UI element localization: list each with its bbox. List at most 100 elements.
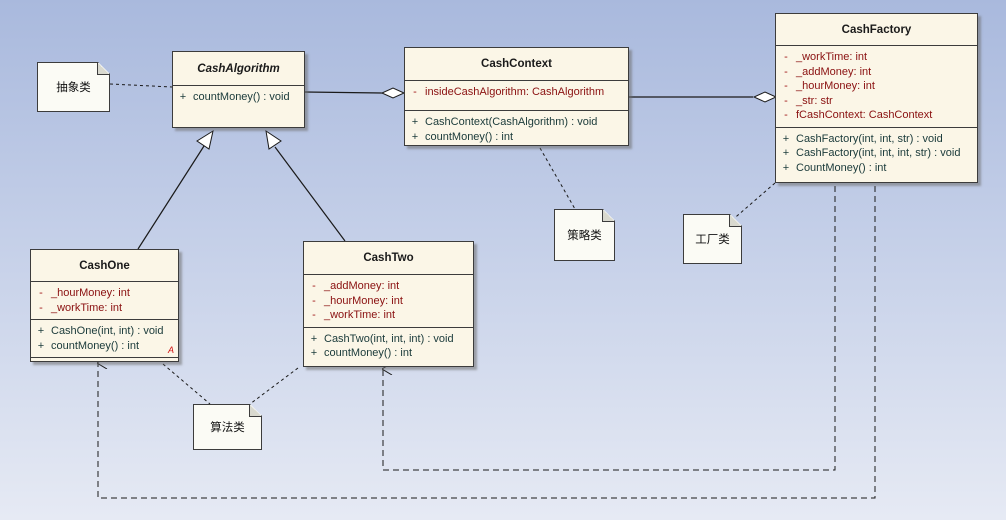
operation-row: + countMoney() : int <box>304 346 473 361</box>
class-name: CashFactory <box>776 14 977 46</box>
error-marker: A <box>167 345 174 355</box>
attribute-text: _workTime: int <box>51 301 123 314</box>
attribute-text: _workTime: int <box>796 51 868 63</box>
generalization-cashone-line <box>137 145 205 250</box>
visibility-symbol: - <box>784 80 788 92</box>
operation-row: + countMoney() : int <box>405 130 628 145</box>
attribute-text: insideCashAlgorithm: CashAlgorithm <box>425 86 605 98</box>
note-text: 策略类 <box>567 230 602 242</box>
visibility-symbol: + <box>37 339 45 352</box>
operation-text: CashFactory(int, int, int, str) : void <box>796 147 961 159</box>
visibility-symbol: - <box>312 280 316 292</box>
attribute-text: _hourMoney: int <box>324 294 403 307</box>
operation-text: CashTwo(int, int, int) : void <box>324 332 454 345</box>
operation-row: + CashFactory(int, int, str) : void <box>776 132 977 147</box>
visibility-symbol: - <box>312 309 316 321</box>
class-name: CashAlgorithm <box>173 52 304 86</box>
note-anchor-factory <box>729 182 776 223</box>
generalization-cashtwo-triangle <box>265 129 282 150</box>
operation-row: + CashContext(CashAlgorithm) : void <box>405 115 628 130</box>
note-algorithm[interactable]: 算法类 <box>193 404 262 450</box>
operations-section: + countMoney() : void <box>173 86 304 109</box>
class-cash-algorithm[interactable]: CashAlgorithm + countMoney() : void <box>172 51 305 128</box>
visibility-symbol: - <box>413 86 417 98</box>
attribute-text: _hourMoney: int <box>51 287 130 299</box>
operation-row: + CountMoney() : int <box>776 161 977 176</box>
operation-text: CashFactory(int, int, str) : void <box>796 132 943 145</box>
operation-row: + CashOne(int, int) : void <box>31 324 178 339</box>
visibility-symbol: - <box>784 109 788 121</box>
note-anchor-abstract <box>109 83 173 88</box>
class-cash-factory[interactable]: CashFactory - _workTime: int - _addMoney: … <box>775 13 978 183</box>
attribute-text: _hourMoney: int <box>796 80 875 92</box>
operations-section: + CashTwo(int, int, int) : void + countMon… <box>304 328 473 365</box>
aggregation-factory-diamond <box>752 91 778 103</box>
attribute-row: - fCashContext: CashContext <box>776 108 977 123</box>
operation-text: countMoney() : int <box>324 347 413 359</box>
note-abstract[interactable]: 抽象类 <box>37 62 110 112</box>
class-cash-two[interactable]: CashTwo - _addMoney: int - _hourMoney: int… <box>303 241 474 367</box>
dependency-factory-cashone <box>98 186 876 499</box>
note-text: 工厂类 <box>695 234 730 246</box>
attribute-text: _addMoney: int <box>324 280 400 292</box>
class-name: CashContext <box>405 48 628 81</box>
note-anchor-algorithm-left <box>162 363 211 405</box>
class-cash-context[interactable]: CashContext - insideCashAlgorithm: CashAl… <box>404 47 629 146</box>
operation-text: countMoney() : int <box>425 130 514 143</box>
visibility-symbol: + <box>782 132 790 145</box>
operations-section: + CashOne(int, int) : void + countMoney() … <box>31 320 178 358</box>
visibility-symbol: - <box>312 294 316 307</box>
generalization-cashtwo-line <box>274 146 346 242</box>
visibility-symbol: - <box>39 301 43 314</box>
aggregation-context-diamond <box>380 87 406 99</box>
attributes-section: - _workTime: int - _addMoney: int - _hourMo… <box>776 46 977 128</box>
visibility-symbol: - <box>784 51 788 63</box>
operations-section: + CashFactory(int, int, str) : void + Cash… <box>776 128 977 180</box>
attributes-section: - _addMoney: int - _hourMoney: int - _workT… <box>304 275 473 328</box>
visibility-symbol: + <box>411 130 419 143</box>
operation-row: + CashTwo(int, int, int) : void <box>304 332 473 347</box>
attribute-row: - _workTime: int <box>31 301 178 316</box>
class-cash-one[interactable]: CashOne - _hourMoney: int - _workTime: int… <box>30 249 179 362</box>
class-name: CashOne <box>31 250 178 282</box>
visibility-symbol: + <box>179 91 187 103</box>
attributes-section: - _hourMoney: int - _workTime: int <box>31 282 178 320</box>
attribute-row: - _str: str <box>776 94 977 109</box>
visibility-symbol: + <box>411 116 419 128</box>
operation-text: countMoney() : void <box>193 91 290 103</box>
operation-row: + countMoney() : void <box>173 90 304 105</box>
attribute-text: _workTime: int <box>324 309 396 321</box>
class-name: CashTwo <box>304 242 473 275</box>
attribute-row: - _addMoney: int <box>776 65 977 80</box>
attribute-row: - _hourMoney: int <box>776 79 977 94</box>
attributes-section: - insideCashAlgorithm: CashAlgorithm <box>405 81 628 111</box>
note-factory[interactable]: 工厂类 <box>683 214 742 264</box>
note-anchor-algorithm-right <box>249 367 299 405</box>
attribute-text: _addMoney: int <box>796 65 872 78</box>
attribute-text: fCashContext: CashContext <box>796 109 933 121</box>
visibility-symbol: + <box>782 147 790 159</box>
note-anchor-strategy <box>539 147 576 210</box>
visibility-symbol: + <box>310 347 318 359</box>
visibility-symbol: - <box>784 65 788 78</box>
visibility-symbol: + <box>310 332 318 345</box>
attribute-row: - _hourMoney: int <box>304 294 473 309</box>
visibility-symbol: - <box>39 287 43 299</box>
visibility-symbol: + <box>782 161 790 174</box>
operation-text: CountMoney() : int <box>796 161 887 174</box>
aggregation-context-line <box>304 91 384 94</box>
operation-row: + countMoney() : int <box>31 339 178 354</box>
operations-section: + CashContext(CashAlgorithm) : void + coun… <box>405 111 628 148</box>
attribute-row: - _hourMoney: int <box>31 286 178 301</box>
visibility-symbol: + <box>37 325 45 337</box>
visibility-symbol: - <box>784 94 788 107</box>
operation-text: CashOne(int, int) : void <box>51 325 164 337</box>
operation-row: + CashFactory(int, int, int, str) : void <box>776 146 977 161</box>
note-text: 算法类 <box>210 422 245 434</box>
note-strategy[interactable]: 策略类 <box>554 209 615 261</box>
attribute-row: - _workTime: int <box>304 308 473 323</box>
attribute-row: - insideCashAlgorithm: CashAlgorithm <box>405 85 628 100</box>
attribute-text: _str: str <box>796 94 833 107</box>
note-text: 抽象类 <box>56 82 91 94</box>
attribute-row: - _addMoney: int <box>304 279 473 294</box>
